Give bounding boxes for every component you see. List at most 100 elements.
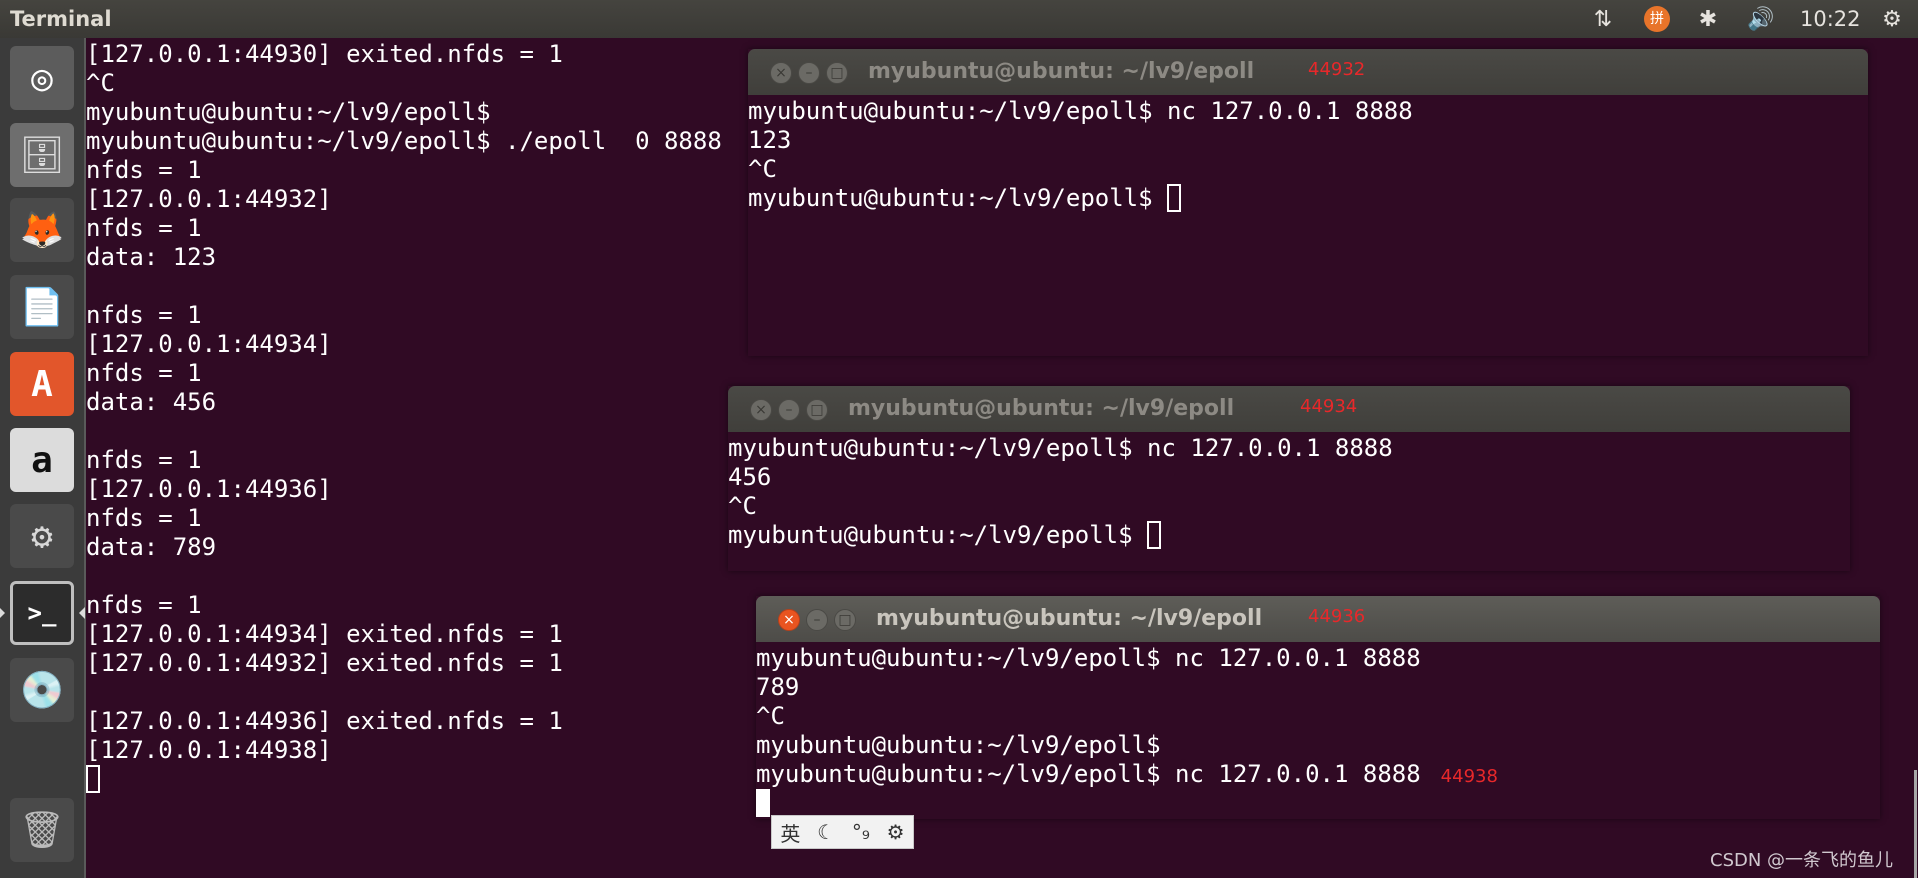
launcher: ◎ 🗄 🦊 📄 Aa ⚙ >_ 💿 🗑 [0, 38, 86, 878]
port-annotation: 44934 [1300, 396, 1358, 417]
terminal-line: [127.0.0.1:44932] [86, 185, 332, 213]
terminal-line-text: 789 [756, 673, 800, 701]
terminal-icon[interactable]: >_ [10, 581, 74, 645]
window-titlebar[interactable]: × – □ myubuntu@ubuntu: ~/lv9/epoll 44932 [748, 49, 1868, 95]
ime-punct-icon[interactable]: °₉ [852, 820, 870, 844]
terminal-line: myubuntu@ubuntu:~/lv9/epoll$ [728, 521, 1162, 550]
terminal-line-text: ^C [756, 702, 785, 730]
terminal-line: 123 [748, 126, 791, 155]
clock[interactable]: 10:22 [1800, 7, 1861, 31]
network-updown-icon[interactable]: ⇅ [1588, 4, 1618, 34]
terminal-line: nfds = 1 [86, 156, 202, 184]
terminal-line-text: myubuntu@ubuntu:~/lv9/epoll$ nc 127.0.0.… [756, 760, 1421, 788]
terminal-line: data: 456 [86, 388, 217, 416]
dvd-icon[interactable]: 💿 [10, 658, 74, 722]
app-title: Terminal [10, 7, 112, 31]
terminal-line-text: myubuntu@ubuntu:~/lv9/epoll$ nc 127.0.0.… [756, 644, 1421, 672]
maximize-button[interactable]: □ [834, 609, 856, 631]
terminal-line-text: 123 [748, 126, 792, 154]
terminal-line: data: 789 [86, 533, 217, 561]
close-button[interactable]: × [778, 609, 800, 631]
terminal-window[interactable]: × – □ myubuntu@ubuntu: ~/lv9/epoll 44934 myub… [728, 386, 1850, 571]
terminal-line: 789 [756, 673, 799, 702]
terminal-line: nfds = 1 [86, 214, 202, 242]
terminal-line: nfds = 1 [86, 446, 202, 474]
port-annotation: 44932 [1308, 59, 1366, 80]
terminal-cursor [756, 789, 770, 818]
files-icon[interactable]: 🗄 [10, 123, 74, 187]
terminal-line: ^C [728, 492, 757, 521]
terminal-line: myubuntu@ubuntu:~/lv9/epoll$ [748, 184, 1182, 213]
window-titlebar[interactable]: × – □ myubuntu@ubuntu: ~/lv9/epoll 44934 [728, 386, 1850, 432]
writer-icon[interactable]: 📄 [10, 275, 74, 339]
system-settings-icon[interactable]: ⚙ [10, 504, 74, 568]
terminal-line: myubuntu@ubuntu:~/lv9/epoll$ nc 127.0.0.… [756, 760, 1498, 791]
terminal-line-text: ^C [748, 155, 777, 183]
terminal-line: ^C [748, 155, 777, 184]
window-title: myubuntu@ubuntu: ~/lv9/epoll [848, 396, 1235, 421]
terminal-line: data: 123 [86, 243, 217, 271]
terminal-line: myubuntu@ubuntu:~/lv9/epoll$ ./epoll 0 8… [86, 127, 722, 155]
terminal-line-text: myubuntu@ubuntu:~/lv9/epoll$ [756, 731, 1161, 759]
terminal-line: 456 [728, 463, 771, 492]
maximize-button[interactable]: □ [806, 399, 828, 421]
top-panel: Terminal ⇅ 拼 ✱ 🔊 10:22 ⚙ [0, 0, 1918, 38]
close-button[interactable]: × [750, 399, 772, 421]
trash-icon[interactable]: 🗑 [10, 798, 74, 862]
maximize-button[interactable]: □ [826, 62, 848, 84]
terminal-line: [127.0.0.1:44936] [86, 475, 332, 503]
volume-icon[interactable]: 🔊 [1744, 4, 1778, 34]
minimize-button[interactable]: – [798, 62, 820, 84]
terminal-line: nfds = 1 [86, 301, 202, 329]
terminal-line: myubuntu@ubuntu:~/lv9/epoll$ nc 127.0.0.… [756, 644, 1421, 673]
ime-mode-icon[interactable]: ☾ [817, 820, 835, 844]
scrollbar[interactable] [1914, 770, 1917, 878]
minimize-button[interactable]: – [778, 399, 800, 421]
ime-language-toggle[interactable]: 英 [780, 818, 800, 847]
terminal-line-text: myubuntu@ubuntu:~/lv9/epoll$ nc 127.0.0.… [748, 97, 1413, 125]
terminal-cursor [1147, 521, 1162, 549]
terminal-line: ^C [756, 702, 785, 731]
terminal-line: myubuntu@ubuntu:~/lv9/epoll$ [756, 731, 1161, 760]
ime-settings-icon[interactable]: ⚙ [887, 820, 905, 844]
terminal-line: [127.0.0.1:44934] exited.nfds = 1 [86, 620, 563, 648]
terminal-line-text: ^C [728, 492, 757, 520]
ubuntu-dash-icon[interactable]: ◎ [10, 46, 74, 110]
terminal-line-text: 456 [728, 463, 772, 491]
port-annotation: 44936 [1308, 606, 1366, 627]
terminal-window[interactable]: × – □ myubuntu@ubuntu: ~/lv9/epoll 44936 myub… [756, 596, 1880, 819]
terminal-line: myubuntu@ubuntu:~/lv9/epoll$ nc 127.0.0.… [748, 97, 1413, 126]
input-method-icon[interactable]: 拼 [1640, 4, 1674, 34]
terminal-line: [127.0.0.1:44930] exited.nfds = 1 [86, 40, 563, 68]
terminal-line-text: myubuntu@ubuntu:~/lv9/epoll$ [748, 184, 1168, 212]
bluetooth-icon[interactable]: ✱ [1696, 4, 1720, 34]
terminal-line: [127.0.0.1:44936] exited.nfds = 1 [86, 707, 563, 735]
terminal-line: myubuntu@ubuntu:~/lv9/epoll$ [86, 98, 491, 126]
watermark: CSDN @一条飞的鱼儿 [1710, 850, 1894, 871]
active-app-indicator [79, 607, 85, 619]
terminal-line: nfds = 1 [86, 591, 202, 619]
terminal-window[interactable]: × – □ myubuntu@ubuntu: ~/lv9/epoll 44932 myub… [748, 49, 1868, 356]
window-title: myubuntu@ubuntu: ~/lv9/epoll [876, 606, 1263, 631]
terminal-line: [127.0.0.1:44934] [86, 330, 332, 358]
amazon-icon[interactable]: a [10, 428, 74, 492]
terminal-line: [127.0.0.1:44938] [86, 736, 332, 764]
port-annotation: 44938 [1440, 766, 1498, 787]
window-titlebar[interactable]: × – □ myubuntu@ubuntu: ~/lv9/epoll 44936 [756, 596, 1880, 642]
terminal-cursor [1167, 184, 1182, 212]
software-center-icon[interactable]: A [10, 352, 74, 416]
terminal-cursor [86, 765, 100, 794]
terminal-line-text: myubuntu@ubuntu:~/lv9/epoll$ [728, 521, 1148, 549]
close-button[interactable]: × [770, 62, 792, 84]
terminal-line-text: myubuntu@ubuntu:~/lv9/epoll$ nc 127.0.0.… [728, 434, 1393, 462]
window-title: myubuntu@ubuntu: ~/lv9/epoll [868, 59, 1255, 84]
terminal-line: nfds = 1 [86, 504, 202, 532]
terminal-line: ^C [86, 69, 115, 97]
ime-toolbar[interactable]: 英 ☾ °₉ ⚙ [771, 815, 914, 849]
firefox-icon[interactable]: 🦊 [10, 198, 74, 262]
running-app-indicator [0, 608, 5, 618]
minimize-button[interactable]: – [806, 609, 828, 631]
terminal-line: [127.0.0.1:44932] exited.nfds = 1 [86, 649, 563, 677]
settings-gear-icon[interactable]: ⚙ [1876, 4, 1908, 34]
terminal-line: myubuntu@ubuntu:~/lv9/epoll$ nc 127.0.0.… [728, 434, 1393, 463]
